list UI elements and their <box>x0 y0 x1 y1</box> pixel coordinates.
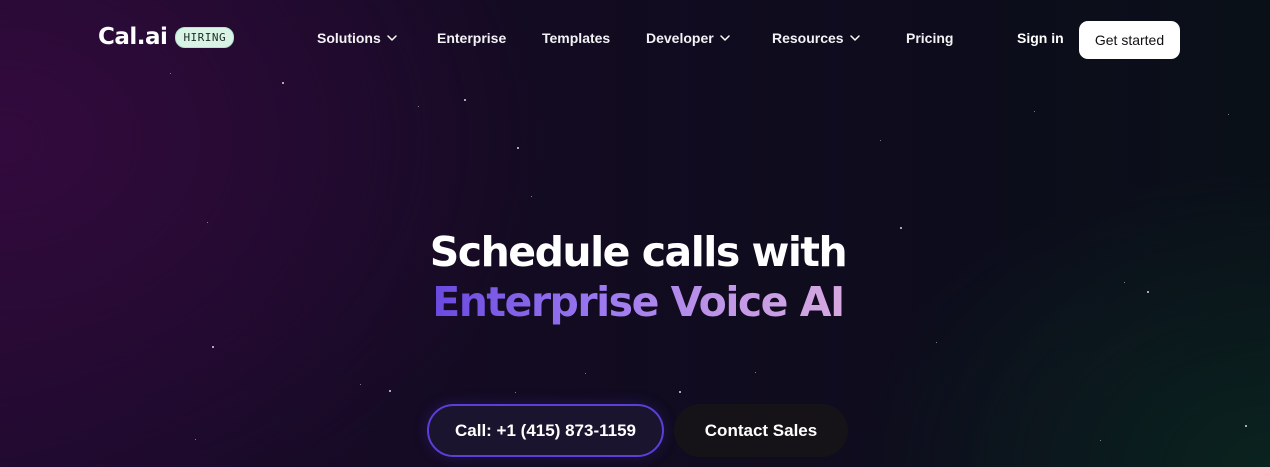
hero-title-line2: Enterprise Voice AI <box>0 278 1270 326</box>
chevron-down-icon <box>849 35 860 41</box>
nav-item-label: Enterprise <box>437 30 507 46</box>
nav-item-templates[interactable]: Templates <box>542 30 610 46</box>
nav-item-label: Pricing <box>906 30 954 46</box>
sign-in-link[interactable]: Sign in <box>1017 30 1064 46</box>
contact-sales-button[interactable]: Contact Sales <box>674 404 848 457</box>
get-started-button[interactable]: Get started <box>1079 21 1180 59</box>
nav-item-label: Templates <box>542 30 611 46</box>
nav-item-enterprise[interactable]: Enterprise <box>437 30 506 46</box>
logo[interactable]: Cal.ai HIRING <box>98 24 235 50</box>
nav-item-developer[interactable]: Developer <box>646 30 731 46</box>
nav-item-resources[interactable]: Resources <box>772 30 861 46</box>
nav-item-label: Resources <box>772 30 844 46</box>
chevron-down-icon <box>719 35 730 41</box>
call-phone-button[interactable]: Call: +1 (415) 873-1159 <box>427 404 664 457</box>
nav-item-solutions[interactable]: Solutions <box>317 30 398 46</box>
hero-title-highlight: Enterprise Voice AI <box>432 278 845 326</box>
chevron-down-icon <box>387 35 397 41</box>
nav-item-label: Developer <box>646 30 714 46</box>
nav-item-pricing[interactable]: Pricing <box>906 30 953 46</box>
nav-item-label: Solutions <box>317 30 381 46</box>
logo-text: Cal.ai <box>98 24 168 50</box>
hiring-badge[interactable]: HIRING <box>175 26 235 48</box>
hero-title-line1: Schedule calls with <box>429 228 848 276</box>
